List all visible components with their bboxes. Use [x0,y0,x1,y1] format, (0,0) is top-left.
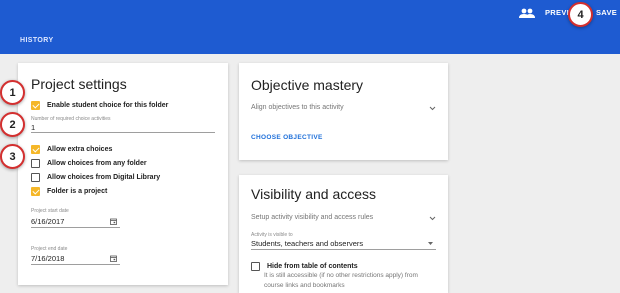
allow-choices-digital-library-checkbox[interactable]: Allow choices from Digital Library [31,172,160,183]
save-button[interactable]: SAVE [596,8,617,17]
enable-student-choice-label: Enable student choice for this folder [47,102,169,109]
project-end-date-label: Project end date [31,246,68,252]
project-settings-title: Project settings [31,76,127,92]
visibility-access-title: Visibility and access [251,186,377,202]
checkbox-unchecked[interactable] [31,159,40,168]
chevron-down-icon[interactable] [429,216,436,221]
dropdown-arrow-icon[interactable] [427,241,434,246]
objective-mastery-title: Objective mastery [251,77,364,93]
hide-from-toc-label: Hide from table of contents [267,263,358,270]
required-choices-label: Number of required choice activities [31,116,111,122]
allow-choices-any-folder-checkbox[interactable]: Allow choices from any folder [31,158,147,169]
chevron-down-icon[interactable] [429,106,436,111]
checkbox-checked[interactable] [31,101,40,110]
callout-marker-3: 3 [0,144,25,169]
checkbox-unchecked[interactable] [251,262,260,271]
project-start-date-label: Project start date [31,208,69,214]
checkbox-checked[interactable] [31,187,40,196]
allow-choices-digital-library-label: Allow choices from Digital Library [47,174,161,181]
folder-is-project-checkbox[interactable]: Folder is a project [31,186,107,197]
preview-button[interactable]: PREVI [545,8,569,17]
visible-to-select[interactable]: Students, teachers and observers [251,239,363,248]
checkbox-unchecked[interactable] [31,173,40,182]
required-choices-input[interactable]: 1 [31,123,35,132]
calendar-icon[interactable] [110,255,117,262]
breadcrumb-history[interactable]: HISTORY [20,37,54,44]
people-icon[interactable] [519,8,535,18]
choose-objective-button[interactable]: CHOOSE OBJECTIVE [251,134,323,141]
callout-marker-2: 2 [0,112,25,137]
project-end-date-input[interactable]: 7/16/2018 [31,254,64,263]
allow-extra-choices-checkbox[interactable]: Allow extra choices [31,144,112,155]
allow-extra-choices-label: Allow extra choices [47,146,113,153]
hide-from-toc-checkbox[interactable]: Hide from table of contents [251,261,358,272]
checkbox-checked[interactable] [31,145,40,154]
callout-marker-1: 1 [0,80,25,105]
project-start-date-underline [31,227,120,228]
top-bar: HISTORY PREVI SAVE [0,0,620,54]
enable-student-choice-checkbox[interactable]: Enable student choice for this folder [31,100,168,111]
calendar-icon[interactable] [110,218,117,225]
visible-to-label: Activity is visible to [251,232,293,238]
allow-choices-any-folder-label: Allow choices from any folder [47,160,147,167]
project-end-date-underline [31,264,120,265]
align-objectives-text[interactable]: Align objectives to this activity [251,104,344,111]
setup-visibility-text[interactable]: Setup activity visibility and access rul… [251,214,373,221]
project-start-date-input[interactable]: 6/16/2017 [31,217,64,226]
hide-from-toc-description: It is still accessible (if no other rest… [264,272,418,279]
visible-to-underline [251,249,436,250]
folder-is-project-label: Folder is a project [47,188,108,195]
hide-from-toc-description-2: course links and bookmarks [264,282,345,289]
callout-marker-4: 4 [568,2,593,27]
required-choices-underline [31,132,215,133]
